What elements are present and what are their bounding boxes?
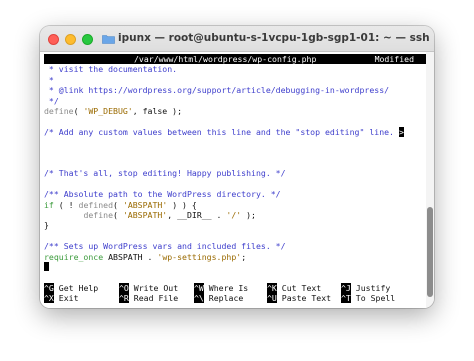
code-line: * bbox=[44, 75, 54, 85]
code-line: require_once ABSPATH . 'wp-settings.php'… bbox=[44, 252, 246, 262]
folder-icon bbox=[102, 35, 115, 44]
code-line: /* That's all, stop editing! Happy publi… bbox=[44, 168, 286, 178]
shortcut-label: Replace bbox=[208, 293, 244, 304]
code-text: ( bbox=[113, 210, 123, 220]
code-line: } bbox=[44, 220, 49, 230]
code-line: define( 'ABSPATH', __DIR__ . '/' ); bbox=[44, 210, 256, 220]
shortcut-key: ^R bbox=[119, 293, 129, 304]
shortcut-write-out[interactable]: ^O Write Out bbox=[119, 282, 179, 293]
shortcut-label: Paste Text bbox=[281, 293, 332, 304]
shortcut-exit[interactable]: ^X Exit bbox=[44, 293, 79, 304]
maximize-icon[interactable] bbox=[82, 34, 93, 45]
shortcut-label: Where Is bbox=[208, 282, 249, 293]
comment-text: /** Absolute path to the WordPress direc… bbox=[44, 189, 281, 200]
shortcut-read-file[interactable]: ^R Read File bbox=[119, 293, 179, 304]
shortcut-to-spell[interactable]: ^T To Spell bbox=[341, 293, 396, 304]
shortcut-key: ^X bbox=[44, 293, 54, 304]
code-text: ; bbox=[241, 251, 247, 262]
line-continues-marker: > bbox=[398, 126, 404, 138]
shortcut-key: ^O bbox=[119, 282, 129, 293]
shortcut-key: ^\ bbox=[194, 293, 204, 304]
shortcut-label: Read File bbox=[133, 293, 179, 304]
shortcut-cut-text[interactable]: ^K Cut Text bbox=[267, 282, 322, 293]
comment-text: * bbox=[44, 74, 54, 85]
shortcut-key: ^J bbox=[341, 282, 351, 293]
code-text: ) ) { bbox=[167, 199, 197, 210]
code-text: ABSPATH . bbox=[103, 251, 158, 262]
close-icon[interactable] bbox=[48, 34, 59, 45]
comment-text: /* Add any custom values between this li… bbox=[44, 126, 399, 137]
code-line bbox=[44, 262, 49, 272]
shortcut-key: ^K bbox=[267, 282, 277, 293]
comment-text: * visit the documentation. bbox=[44, 64, 178, 75]
shortcut-key: ^G bbox=[44, 282, 54, 293]
function-name: define bbox=[44, 106, 74, 116]
code-line: * visit the documentation. bbox=[44, 64, 177, 74]
shortcut-key: ^T bbox=[341, 293, 351, 304]
function-name: defined bbox=[78, 199, 114, 210]
shortcut-key: ^W bbox=[194, 282, 204, 293]
code-line: /* Add any custom values between this li… bbox=[44, 126, 404, 138]
shortcut-where-is[interactable]: ^W Where Is bbox=[194, 282, 249, 293]
text-cursor bbox=[44, 262, 49, 271]
shortcut-key: ^U bbox=[267, 293, 277, 304]
shortcut-label: Get Help bbox=[58, 282, 99, 293]
shortcut-replace[interactable]: ^\ Replace bbox=[194, 293, 244, 304]
keyword: require_once bbox=[44, 251, 104, 262]
modified-status: Modified bbox=[374, 54, 414, 64]
shortcut-label: Cut Text bbox=[281, 282, 322, 293]
nano-editor[interactable]: GNU nano 4.8 /var/www/html/wordpress/wp-… bbox=[40, 52, 434, 308]
scrollbar-thumb[interactable] bbox=[427, 207, 433, 297]
comment-text: /* That's all, stop editing! Happy publi… bbox=[44, 168, 286, 179]
string-literal: 'ABSPATH' bbox=[122, 199, 168, 210]
code-text: } bbox=[44, 220, 49, 231]
string-literal: 'WP_DEBUG' bbox=[83, 106, 133, 116]
minimize-icon[interactable] bbox=[65, 34, 76, 45]
code-line: /** Absolute path to the WordPress direc… bbox=[44, 189, 281, 199]
shortcut-label: Justify bbox=[355, 282, 391, 293]
code-text: ( bbox=[113, 199, 123, 210]
window-title: ipunx — root@ubuntu-s-1vcpu-1gb-sgp1-01:… bbox=[118, 32, 430, 44]
shortcut-justify[interactable]: ^J Justify bbox=[341, 282, 391, 293]
keyword: if bbox=[44, 199, 54, 210]
string-literal: '/' bbox=[226, 210, 242, 220]
nano-header-bar: GNU nano 4.8 /var/www/html/wordpress/wp-… bbox=[44, 54, 428, 74]
shortcut-paste-text[interactable]: ^U Paste Text bbox=[267, 293, 332, 304]
code-text: , false ); bbox=[132, 106, 183, 116]
file-path: /var/www/html/wordpress/wp-config.php bbox=[134, 54, 317, 64]
code-line: if ( ! defined( 'ABSPATH' ) ) { bbox=[44, 200, 197, 210]
function-name: define bbox=[83, 210, 114, 220]
shortcut-label: To Spell bbox=[355, 293, 396, 304]
code-line: /** Sets up WordPress vars and included … bbox=[44, 241, 286, 251]
code-line: define( 'WP_DEBUG', false ); bbox=[44, 106, 182, 116]
comment-text: */ bbox=[44, 95, 59, 106]
shortcut-label: Write Out bbox=[133, 282, 179, 293]
code-line: * @link https://wordpress.org/support/ar… bbox=[44, 85, 389, 95]
string-literal: 'ABSPATH' bbox=[122, 210, 168, 220]
terminal-window: ipunx — root@ubuntu-s-1vcpu-1gb-sgp1-01:… bbox=[40, 26, 434, 308]
shortcut-label: Exit bbox=[58, 293, 79, 304]
string-literal: 'wp-settings.php' bbox=[157, 251, 242, 262]
window-titlebar[interactable]: ipunx — root@ubuntu-s-1vcpu-1gb-sgp1-01:… bbox=[40, 26, 434, 52]
code-text: ( ! bbox=[53, 199, 79, 210]
code-text: ); bbox=[241, 210, 256, 220]
code-text: , __DIR__ . bbox=[167, 210, 227, 220]
comment-text: * @link https://wordpress.org/support/ar… bbox=[44, 85, 390, 96]
code-line: */ bbox=[44, 96, 59, 106]
shortcut-get-help[interactable]: ^G Get Help bbox=[44, 282, 99, 293]
comment-text: /** Sets up WordPress vars and included … bbox=[44, 241, 286, 252]
code-text: ( bbox=[73, 106, 84, 116]
